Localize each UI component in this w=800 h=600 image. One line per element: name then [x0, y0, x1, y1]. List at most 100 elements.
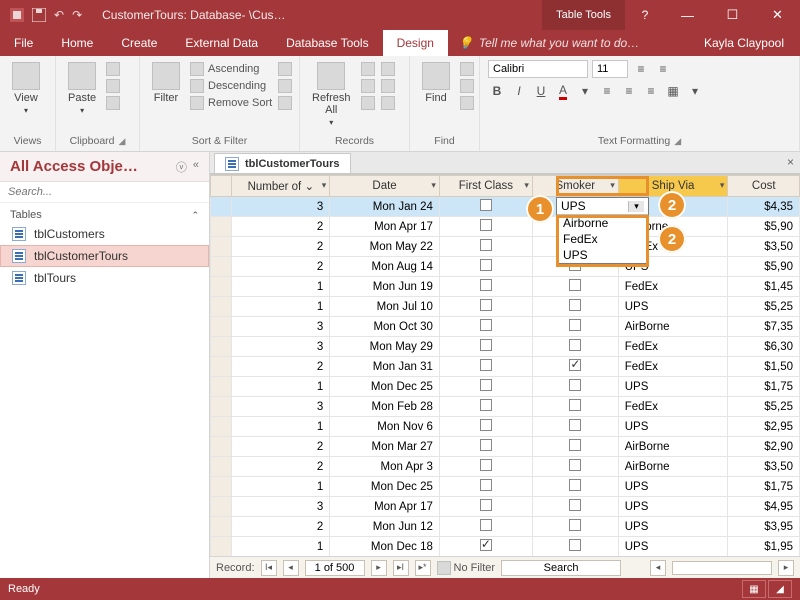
cell-ship-via[interactable]: UPS [618, 377, 728, 397]
cell-first-class[interactable] [439, 317, 532, 337]
table-row[interactable]: 1Mon Dec 25UPS$1,75 [211, 377, 800, 397]
col-ship-via[interactable]: Ship Via▾ [618, 176, 728, 197]
row-selector[interactable] [211, 457, 232, 477]
row-selector[interactable] [211, 337, 232, 357]
combo-option[interactable]: UPS [557, 247, 648, 263]
copy-icon[interactable] [106, 79, 120, 93]
maximize-button[interactable]: ☐ [710, 0, 755, 30]
row-selector[interactable] [211, 277, 232, 297]
table-row[interactable]: 1Mon Dec 25UPS$1,75 [211, 477, 800, 497]
underline-button[interactable]: U [532, 82, 550, 100]
cell-date[interactable]: Mon Jun 19 [330, 277, 440, 297]
cell-first-class[interactable] [439, 217, 532, 237]
refresh-all-button[interactable]: Refresh All▾ [308, 60, 355, 129]
cell-smoker[interactable] [532, 477, 618, 497]
record-search-input[interactable] [501, 560, 621, 576]
cell-smoker[interactable] [532, 517, 618, 537]
nav-item-tblCustomerTours[interactable]: tblCustomerTours [0, 245, 209, 267]
nav-collapse-icon[interactable]: « [193, 159, 199, 175]
cell-smoker[interactable] [532, 317, 618, 337]
cell-smoker[interactable] [532, 437, 618, 457]
record-prev-button[interactable]: ◂ [283, 560, 299, 576]
gridlines-icon[interactable]: ▦ [664, 82, 682, 100]
tab-external-data[interactable]: External Data [171, 30, 272, 56]
italic-button[interactable]: I [510, 82, 528, 100]
record-new-button[interactable]: ▸* [415, 560, 431, 576]
table-row[interactable]: 1Mon Jul 10UPS$5,25 [211, 297, 800, 317]
table-row[interactable]: 3Mon Feb 28FedEx$5,25 [211, 397, 800, 417]
help-icon[interactable]: ? [625, 8, 665, 22]
row-selector[interactable] [211, 497, 232, 517]
cell-cost[interactable]: $3,50 [728, 457, 800, 477]
combo-option[interactable]: FedEx [557, 231, 648, 247]
tab-create[interactable]: Create [107, 30, 171, 56]
redo-icon[interactable]: ↷ [72, 8, 82, 22]
row-selector[interactable] [211, 537, 232, 557]
cell-cost[interactable]: $1,50 [728, 357, 800, 377]
cell-ship-via[interactable]: UPS [618, 477, 728, 497]
cell-cost[interactable]: $3,50 [728, 237, 800, 257]
cell-number[interactable]: 3 [232, 497, 330, 517]
cell-date[interactable]: Mon Dec 25 [330, 477, 440, 497]
cell-smoker[interactable] [532, 357, 618, 377]
design-view-button[interactable]: ◢ [768, 580, 792, 598]
cell-date[interactable]: Mon Jun 12 [330, 517, 440, 537]
tab-database-tools[interactable]: Database Tools [272, 30, 383, 56]
cell-date[interactable]: Mon Jan 24 [330, 197, 440, 217]
cell-cost[interactable]: $1,75 [728, 377, 800, 397]
combo-option[interactable]: Airborne [557, 215, 648, 231]
record-next-button[interactable]: ▸ [371, 560, 387, 576]
cell-first-class[interactable] [439, 337, 532, 357]
table-row[interactable]: 3Mon Jan 24$4,35 [211, 197, 800, 217]
view-button[interactable]: View▾ [8, 60, 44, 117]
cell-first-class[interactable] [439, 237, 532, 257]
filter-indicator[interactable]: No Filter [437, 561, 496, 575]
clipboard-launcher-icon[interactable]: ◢ [119, 136, 126, 147]
cell-cost[interactable]: $4,35 [728, 197, 800, 217]
row-selector[interactable] [211, 257, 232, 277]
find-button[interactable]: Find [418, 60, 454, 106]
select-all-corner[interactable] [211, 176, 232, 197]
cell-smoker[interactable] [532, 497, 618, 517]
table-row[interactable]: 2Mon May 22FedEx$3,50 [211, 237, 800, 257]
ship-via-combobox[interactable]: UPS▾ AirborneFedExUPS [556, 197, 649, 264]
cell-first-class[interactable] [439, 357, 532, 377]
minimize-button[interactable]: — [665, 0, 710, 30]
table-row[interactable]: 2Mon Apr 3AirBorne$3,50 [211, 457, 800, 477]
totals-button[interactable] [381, 62, 395, 76]
cell-smoker[interactable] [532, 277, 618, 297]
table-row[interactable]: 3Mon Oct 30AirBorne$7,35 [211, 317, 800, 337]
remove-sort-button[interactable]: Remove Sort [190, 96, 272, 110]
bold-button[interactable]: B [488, 82, 506, 100]
hscrollbar[interactable] [672, 561, 772, 575]
align-center-icon[interactable]: ≡ [620, 82, 638, 100]
decrease-indent-icon[interactable]: ≡ [654, 60, 672, 78]
tab-home[interactable]: Home [47, 30, 107, 56]
cell-cost[interactable]: $1,45 [728, 277, 800, 297]
record-last-button[interactable]: ▸I [393, 560, 409, 576]
cell-date[interactable]: Mon May 29 [330, 337, 440, 357]
record-first-button[interactable]: I◂ [261, 560, 277, 576]
sort-descending-button[interactable]: Descending [190, 79, 272, 93]
table-row[interactable]: 2Mon Jun 12UPS$3,95 [211, 517, 800, 537]
cell-date[interactable]: Mon Nov 6 [330, 417, 440, 437]
col-number[interactable]: Number of ⌄▾ [232, 176, 330, 197]
cell-smoker[interactable] [532, 457, 618, 477]
cell-first-class[interactable] [439, 377, 532, 397]
cell-ship-via[interactable]: FedEx [618, 277, 728, 297]
tell-me-search[interactable]: 💡 Tell me what you want to do… [448, 30, 688, 56]
cell-number[interactable]: 3 [232, 337, 330, 357]
row-selector[interactable] [211, 517, 232, 537]
cell-number[interactable]: 3 [232, 397, 330, 417]
cell-cost[interactable]: $5,90 [728, 217, 800, 237]
cell-cost[interactable]: $1,95 [728, 537, 800, 557]
cell-date[interactable]: Mon Dec 25 [330, 377, 440, 397]
table-row[interactable]: 2Mon Aug 14UPS$5,90 [211, 257, 800, 277]
cell-ship-via[interactable]: FedEx [618, 357, 728, 377]
row-selector[interactable] [211, 357, 232, 377]
cell-smoker[interactable] [532, 537, 618, 557]
cell-date[interactable]: Mon Apr 3 [330, 457, 440, 477]
cell-first-class[interactable] [439, 457, 532, 477]
cell-cost[interactable]: $2,95 [728, 417, 800, 437]
cell-ship-via[interactable]: AirBorne [618, 457, 728, 477]
